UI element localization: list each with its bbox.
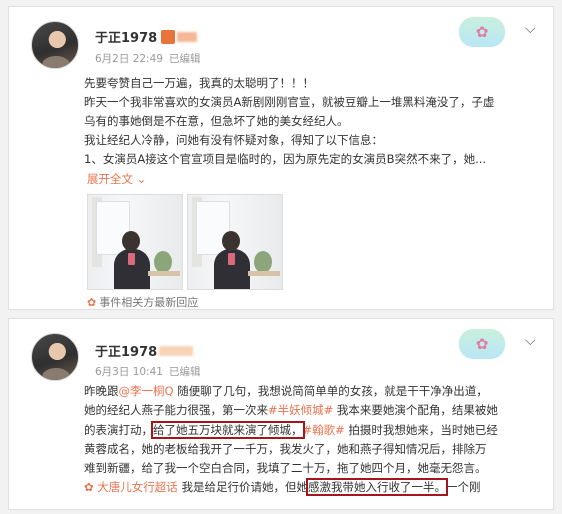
photo-detail — [248, 271, 280, 276]
highlighted-text: 感激我带她入行收了一半。 — [305, 478, 448, 497]
related-news-link[interactable]: ✿ 事件相关方最新回应 — [87, 294, 198, 310]
text-run: 我本来要她演个配角，结果被她 — [333, 403, 498, 418]
blurred-tag — [177, 32, 198, 42]
flower-icon: ✿ — [84, 480, 98, 495]
related-label[interactable]: 事件相关方最新回应 — [99, 296, 198, 309]
author-name[interactable]: 于正1978 — [95, 341, 194, 360]
flower-icon: ✿ — [87, 296, 97, 309]
edited-label: 已编辑 — [168, 53, 201, 65]
hashtag-link[interactable]: #翰歌# — [303, 423, 345, 437]
photo-detail — [222, 231, 240, 251]
super-topic-link[interactable]: ✿ 大唐儿女行超话 — [84, 480, 178, 494]
text-run: 的表演打动， — [84, 422, 153, 437]
post-meta: 6月3日 10:41 已编辑 — [95, 364, 206, 379]
sticker-icon: ✿ — [459, 17, 505, 47]
post-line: 乌有的事她倒是不在意，但急坏了她的美女经纪人。 — [84, 114, 349, 128]
photo-detail — [228, 253, 235, 265]
post-line: 的表演打动，给了她五万块就来演了倾城，#翰歌# 拍摄时我想她来，当时她已经 — [84, 420, 544, 440]
text-run: 一个刚 — [445, 480, 481, 495]
hashtag-link[interactable]: #半妖倾城# — [268, 403, 333, 417]
chevron-down-icon: ⌄ — [133, 172, 147, 186]
post-line: 她的经纪人燕子能力很强，第一次来#半妖倾城# 我本来要她演个配角，结果被她 — [84, 401, 544, 420]
post-line: 昨天一个我非常喜欢的女演员A新剧刚刚官宣，就被豆瓣上一堆黑料淹没了，子虚 — [84, 95, 495, 109]
text-run: 随便聊了几句，我想说简简单单的女孩，就是干干净净出道， — [173, 384, 488, 398]
edited-label: 已编辑 — [168, 366, 201, 378]
post-line: 先要夸赞自己一万遍，我真的太聪明了！！！ — [84, 76, 314, 90]
chevron-down-icon[interactable]: ⌵ — [525, 333, 536, 349]
photo-detail — [128, 253, 135, 265]
text-run: 她的经纪人燕子能力很强，第一次来 — [84, 403, 268, 418]
avatar[interactable] — [31, 333, 79, 381]
super-topic-label[interactable]: 大唐儿女行超话 — [97, 480, 178, 494]
photo-detail — [148, 271, 180, 276]
post-photo-1[interactable] — [87, 194, 183, 290]
text-run: 我是给足行价请她，但她 — [177, 480, 308, 495]
mention-link[interactable]: @李一桐Q — [119, 384, 174, 398]
avatar[interactable] — [31, 21, 79, 69]
post-line: 难到新疆，给了我一个空白合同，我填了二十万，拖了她四个月，她毫无怨言。 — [84, 461, 487, 476]
post-text: 先要夸赞自己一万遍，我真的太聪明了！！！ 昨天一个我非常喜欢的女演员A新剧刚刚官… — [84, 74, 544, 169]
author-name-text[interactable]: 于正1978 — [95, 345, 157, 360]
blurred-tag — [159, 346, 194, 356]
highlighted-text: 给了她五万块就来演了倾城， — [151, 420, 305, 439]
author-name-text[interactable]: 于正1978 — [95, 31, 157, 46]
chevron-down-icon[interactable]: ⌵ — [525, 21, 536, 37]
vip-badge-icon — [161, 30, 176, 44]
expand-full-text-link[interactable]: 展开全文 ⌄ — [87, 171, 146, 187]
post-date[interactable]: 6月3日 10:41 — [95, 366, 163, 378]
photo-detail — [122, 231, 140, 251]
post-photo-2[interactable] — [187, 194, 283, 290]
photo-detail — [254, 251, 272, 273]
text-run: 昨晚跟 — [84, 384, 119, 398]
post-date[interactable]: 6月2日 22:49 — [95, 53, 163, 65]
sticker-icon: ✿ — [459, 329, 505, 359]
photo-detail — [154, 251, 172, 273]
text-run: 拍摄时我想她来，当时她已经 — [344, 422, 498, 437]
post-line: 我让经纪人冷静，问她有没有怀疑对象，得知了以下信息： — [84, 133, 383, 147]
post-line: 黄蓉成名，她的老板给我开了一千万，我发火了，她和燕子得知情况后，排除万 — [84, 441, 487, 456]
post-text: 昨晚跟@李一桐Q 随便聊了几句，我想说简简单单的女孩，就是干干净净出道， 她的经… — [84, 382, 544, 498]
post-line: 昨晚跟@李一桐Q 随便聊了几句，我想说简简单单的女孩，就是干干净净出道， — [84, 382, 544, 401]
post-meta: 6月2日 22:49 已编辑 — [95, 51, 206, 66]
weibo-post-2: 于正1978 6月3日 10:41 已编辑 ✿ ⌵ 昨晚跟@李一桐Q 随便聊了几句… — [8, 318, 554, 510]
author-name[interactable]: 于正1978 — [95, 27, 198, 46]
expand-label[interactable]: 展开全文 — [87, 172, 133, 186]
post-line: ✿ 大唐儿女行超话 我是给足行价请她，但她感激我带她入行收了一半。一个刚 — [84, 478, 544, 497]
post-line: 1、女演员A接这个官宣项目是临时的，因为原先定的女演员B突然不来了，她... — [84, 152, 487, 166]
weibo-post-1: 于正1978 6月2日 22:49 已编辑 ✿ ⌵ 先要夸赞自己一万遍，我真的太聪… — [8, 6, 554, 310]
